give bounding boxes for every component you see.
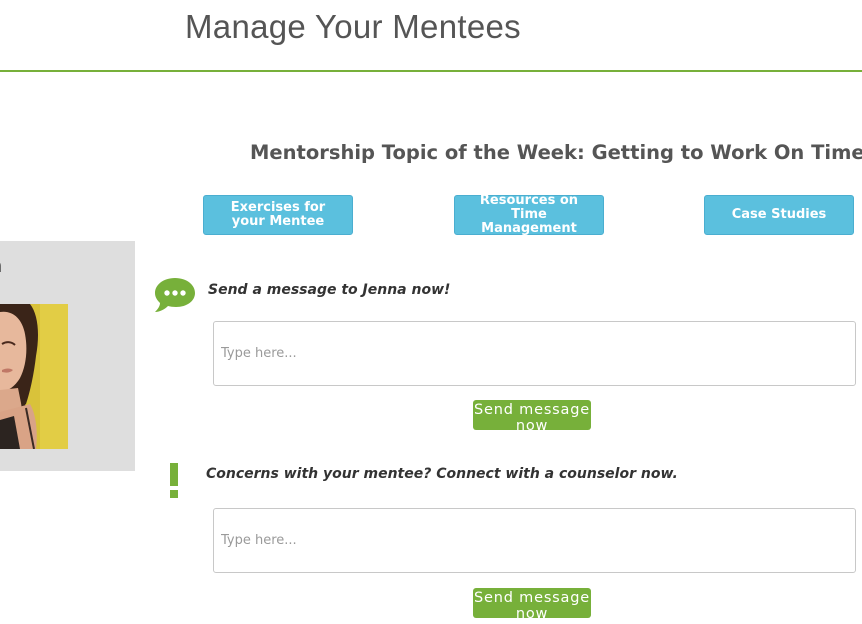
mentee-name: na	[0, 255, 2, 277]
send-counselor-message-button[interactable]: Send message now	[473, 588, 591, 618]
header-divider	[0, 70, 862, 72]
case-studies-button[interactable]: Case Studies	[704, 195, 854, 235]
message-section-label: Send a message to Jenna now!	[208, 282, 451, 298]
concern-section-label: Concerns with your mentee? Connect with …	[206, 466, 678, 482]
exercises-button-label: Exercises for your Mentee	[230, 200, 326, 229]
resources-button-label: Resources on Time Management	[479, 193, 579, 236]
resources-button[interactable]: Resources on Time Management	[454, 193, 604, 236]
message-input[interactable]	[213, 321, 856, 386]
counselor-message-input[interactable]	[213, 508, 856, 573]
exercises-button[interactable]: Exercises for your Mentee	[203, 195, 353, 235]
mentee-photo	[0, 304, 68, 449]
mentee-management-page: Manage Your Mentees Mentorship Topic of …	[0, 0, 862, 624]
send-message-button[interactable]: Send message now	[473, 400, 591, 430]
topic-of-week-heading: Mentorship Topic of the Week: Getting to…	[250, 141, 862, 164]
speech-bubble-icon	[155, 278, 195, 312]
mentee-portrait	[0, 304, 68, 449]
mentee-card: na	[0, 241, 135, 471]
page-title: Manage Your Mentees	[185, 8, 521, 45]
case-studies-button-label: Case Studies	[731, 207, 827, 222]
exclamation-icon	[170, 463, 178, 498]
